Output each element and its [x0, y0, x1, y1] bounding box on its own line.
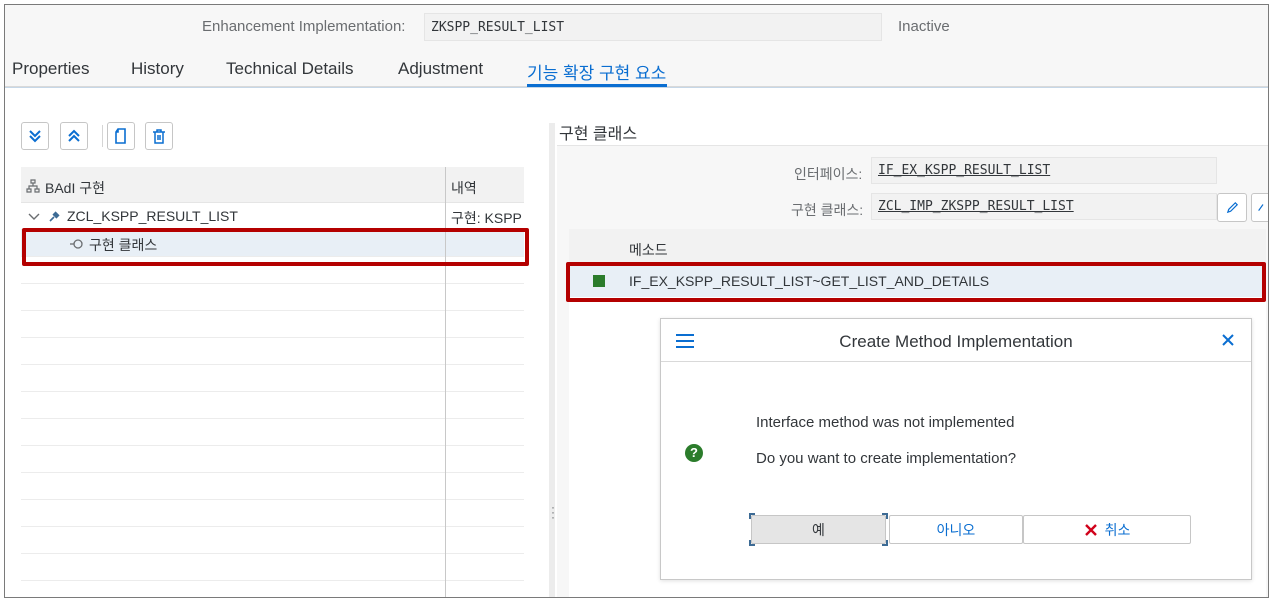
collapse-all-button[interactable]: [60, 122, 88, 150]
dialog-message-2: Do you want to create implementation?: [756, 450, 1017, 467]
expand-all-icon: [29, 130, 41, 143]
no-label: 아니오: [936, 521, 976, 538]
tab-properties[interactable]: Properties: [12, 59, 89, 79]
header-bar: Enhancement Implementation: ZKSPP_RESULT…: [5, 5, 1268, 49]
collapse-all-icon: [68, 129, 80, 142]
cancel-button[interactable]: 취소: [1023, 515, 1191, 544]
tree-row-empty: [21, 311, 524, 338]
dialog-title: Create Method Implementation: [839, 332, 1073, 351]
chevron-down-icon[interactable]: [28, 212, 40, 222]
pin-icon: [49, 211, 60, 222]
col-badi-impl[interactable]: BAdI 구현: [45, 178, 105, 198]
document-button[interactable]: [107, 122, 135, 150]
tree-row-empty: [21, 446, 524, 473]
tree-row-empty: [21, 392, 524, 419]
header-divider: [5, 87, 1268, 88]
panel-splitter[interactable]: [549, 123, 555, 597]
focus-corner: [749, 513, 755, 519]
expand-all-button[interactable]: [21, 122, 49, 150]
col-description[interactable]: 내역: [451, 178, 477, 198]
display-button[interactable]: [1251, 193, 1268, 222]
pencil-icon: [1226, 201, 1238, 214]
tree-row-empty: [21, 473, 524, 500]
cancel-x-icon: [1084, 523, 1097, 536]
tree-item-label: ZCL_KSPP_RESULT_LIST: [67, 208, 238, 224]
document-icon: [115, 128, 126, 144]
tree-row-empty: [21, 284, 524, 311]
impl-class-field[interactable]: ZCL_IMP_ZKSPP_RESULT_LIST: [871, 193, 1217, 220]
col-method[interactable]: 메소드: [629, 240, 668, 260]
tab-enhancement-elements[interactable]: 기능 확장 구현 요소: [527, 59, 666, 84]
close-icon[interactable]: [1219, 331, 1237, 349]
highlight-box-left: [22, 228, 529, 266]
tree-row-empty: [21, 419, 524, 446]
focus-corner: [749, 540, 755, 546]
app-window: Enhancement Implementation: ZKSPP_RESULT…: [4, 4, 1269, 598]
tree-row-empty: [21, 554, 524, 581]
enhancement-impl-label: Enhancement Implementation:: [202, 18, 406, 35]
interface-label: 인터페이스:: [794, 166, 863, 182]
cancel-label: 취소: [1104, 521, 1131, 538]
highlight-box-right: [566, 262, 1266, 302]
interface-link[interactable]: IF_EX_KSPP_RESULT_LIST: [878, 163, 1050, 178]
glasses-icon: [1258, 204, 1264, 211]
trash-icon: [153, 129, 165, 144]
tab-technical-details[interactable]: Technical Details: [226, 59, 354, 79]
tree-row[interactable]: ZCL_KSPP_RESULT_LIST 구현: KSPP: [21, 203, 524, 230]
tree-row-empty: [21, 365, 524, 392]
focus-corner: [882, 540, 888, 546]
status-text: Inactive: [898, 18, 950, 35]
method-table-header: 메소드: [569, 229, 1266, 265]
yes-label: 예: [812, 521, 825, 538]
splitter-grip-icon[interactable]: · · ·: [551, 501, 555, 523]
yes-button[interactable]: 예: [749, 513, 888, 546]
section-title: 구현 클래스: [559, 126, 638, 143]
no-button[interactable]: 아니오: [889, 515, 1023, 544]
interface-field[interactable]: IF_EX_KSPP_RESULT_LIST: [871, 157, 1217, 184]
dialog-message-1: Interface method was not implemented: [756, 414, 1015, 431]
hierarchy-icon: [26, 179, 40, 193]
question-icon: ?: [685, 444, 703, 462]
create-method-dialog: Create Method Implementation ? Interface…: [660, 318, 1252, 580]
delete-button[interactable]: [145, 122, 173, 150]
tree-row-empty: [21, 338, 524, 365]
tree-row-empty: [21, 527, 524, 554]
impl-class-link[interactable]: ZCL_IMP_ZKSPP_RESULT_LIST: [878, 199, 1074, 214]
tab-adjustment[interactable]: Adjustment: [398, 59, 483, 79]
edit-button[interactable]: [1217, 193, 1247, 222]
toolbar-separator: [102, 125, 103, 147]
enhancement-impl-field[interactable]: ZKSPP_RESULT_LIST: [424, 13, 882, 41]
impl-class-label: 구현 클래스:: [791, 202, 864, 218]
tree-row-empty: [21, 500, 524, 527]
tab-history[interactable]: History: [131, 59, 184, 79]
tab-bar: Properties History Technical Details Adj…: [5, 49, 1268, 87]
focus-corner: [882, 513, 888, 519]
tree-item-desc: 구현: KSPP: [451, 210, 522, 226]
dialog-header: Create Method Implementation: [661, 319, 1251, 362]
tree-header: BAdI 구현 내역: [21, 167, 524, 203]
